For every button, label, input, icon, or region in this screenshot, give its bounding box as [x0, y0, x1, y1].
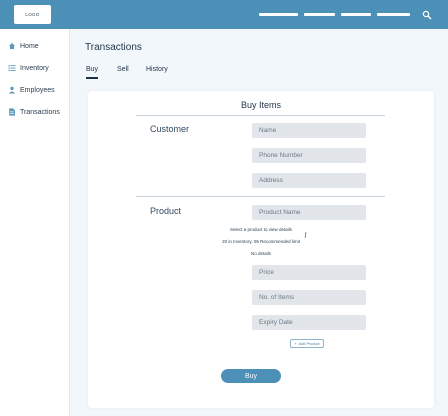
- buy-items-card: Buy Items Customer Product Select a prod…: [88, 91, 434, 408]
- tab-sell[interactable]: Sell: [117, 66, 129, 73]
- sidebar-item-employees[interactable]: Employees: [8, 86, 55, 94]
- person-icon: [9, 86, 15, 94]
- product-section-label: Product: [150, 206, 182, 216]
- sidebar: Home Inventory Employees Transactions: [0, 29, 70, 416]
- sidebar-item-label: Home: [20, 42, 39, 50]
- active-tab-indicator: [86, 77, 98, 79]
- sidebar-item-transactions[interactable]: Transactions: [8, 108, 60, 116]
- divider: [136, 196, 385, 197]
- nav-link-4[interactable]: [377, 13, 410, 16]
- sidebar-item-home[interactable]: Home: [8, 42, 39, 50]
- tab-buy[interactable]: Buy: [86, 66, 98, 73]
- product-stock-info: 20 in Inventory, 05 Recommended limit: [222, 239, 300, 244]
- plus-icon: +: [294, 341, 297, 346]
- nav-link-1[interactable]: [259, 13, 298, 16]
- sidebar-item-label: Inventory: [20, 64, 49, 72]
- add-product-button[interactable]: + Add Product: [290, 339, 324, 348]
- price-field[interactable]: [252, 265, 366, 280]
- product-info-hint: Select a product to view details: [229, 227, 293, 232]
- document-icon: [9, 108, 15, 116]
- sidebar-item-label: Employees: [20, 86, 55, 94]
- nav-link-2[interactable]: [304, 13, 335, 16]
- card-title: Buy Items: [240, 100, 281, 110]
- tab-history[interactable]: History: [146, 66, 168, 73]
- buy-button[interactable]: Buy: [221, 369, 281, 383]
- product-details-info: No details: [250, 251, 271, 256]
- home-icon: [9, 43, 15, 49]
- top-navbar: LOGO: [0, 0, 448, 29]
- sidebar-item-label: Transactions: [20, 108, 60, 116]
- sidebar-item-inventory[interactable]: Inventory: [8, 64, 49, 72]
- page-title: Transactions: [85, 42, 142, 53]
- logo[interactable]: LOGO: [14, 5, 51, 24]
- search-icon[interactable]: [422, 10, 432, 20]
- customer-phone-field[interactable]: [252, 148, 366, 163]
- divider: [136, 115, 385, 116]
- expiry-date-field[interactable]: [252, 315, 366, 330]
- customer-name-field[interactable]: [252, 123, 366, 138]
- arrow-icon: [304, 232, 307, 238]
- customer-address-field[interactable]: [252, 173, 366, 188]
- quantity-field[interactable]: [252, 290, 366, 305]
- add-product-label: Add Product: [298, 341, 320, 346]
- nav-link-3[interactable]: [341, 13, 371, 16]
- product-name-field[interactable]: [252, 205, 366, 220]
- customer-section-label: Customer: [150, 124, 190, 134]
- list-icon: [8, 65, 16, 72]
